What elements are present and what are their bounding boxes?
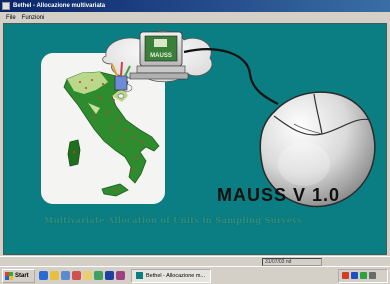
desktop-icon[interactable] <box>61 271 70 280</box>
menu-funzioni[interactable]: Funzioni <box>22 15 45 21</box>
start-button[interactable]: Start <box>2 268 35 283</box>
taskbar: Start Bethel - Allocazione m... <box>0 266 390 284</box>
ie-icon[interactable] <box>39 271 48 280</box>
task-label: Bethel - Allocazione m... <box>146 272 206 279</box>
quick-launch <box>39 271 125 280</box>
status-field: 31/07/03 nd <box>262 258 322 266</box>
computer-screen-label: MAUSS <box>150 53 172 59</box>
splash-title: MAUSS V 1.0 <box>217 185 341 205</box>
lang-icon[interactable] <box>369 272 376 279</box>
splash-subtitle: Multivariate Allocation of Units in Samp… <box>44 215 303 225</box>
window-title: Bethel - Allocazione multivariata <box>13 3 106 9</box>
app3-icon[interactable] <box>116 271 125 280</box>
application-window: Bethel - Allocazione multivariata File F… <box>0 0 390 266</box>
volume-icon[interactable] <box>351 272 358 279</box>
app2-icon[interactable] <box>105 271 114 280</box>
system-tray <box>338 268 388 283</box>
start-label: Start <box>15 272 29 279</box>
menu-bar: File Funzioni <box>0 12 390 23</box>
title-bar[interactable]: Bethel - Allocazione multivariata <box>0 0 390 12</box>
menu-file[interactable]: File <box>6 15 16 21</box>
status-bar: 31/07/03 nd <box>0 256 390 266</box>
network-icon[interactable] <box>342 272 349 279</box>
app-icon[interactable] <box>94 271 103 280</box>
security-icon[interactable] <box>360 272 367 279</box>
windows-logo-icon <box>5 271 13 280</box>
task-button-bethel[interactable]: Bethel - Allocazione m... <box>131 268 211 283</box>
app-icon <box>2 2 10 10</box>
folder-icon[interactable] <box>83 271 92 280</box>
outlook-icon[interactable] <box>50 271 59 280</box>
task-app-icon <box>136 272 143 279</box>
media-icon[interactable] <box>72 271 81 280</box>
